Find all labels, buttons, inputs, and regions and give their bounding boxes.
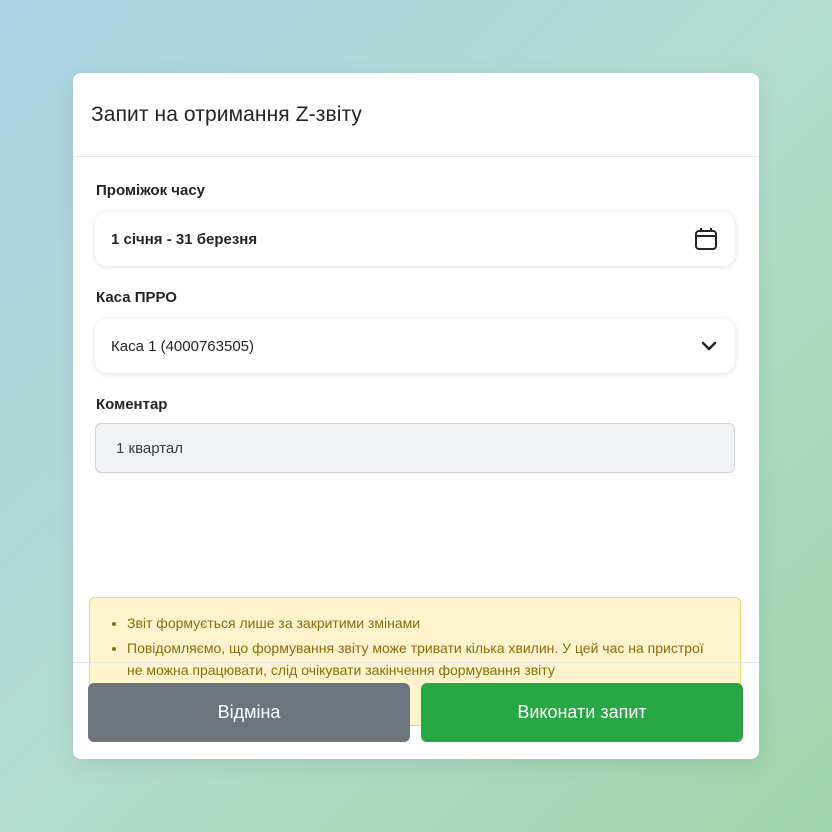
modal-footer: Відміна Виконати запит — [73, 662, 759, 759]
comment-field[interactable]: 1 квартал — [95, 423, 735, 473]
register-label: Каса ПРРО — [96, 289, 177, 306]
register-value: Каса 1 (4000763505) — [111, 337, 255, 355]
submit-request-button[interactable]: Виконати запит — [421, 683, 743, 742]
calendar-icon[interactable] — [693, 226, 719, 252]
comment-label: Коментар — [96, 396, 168, 413]
chevron-down-icon[interactable] — [699, 336, 719, 356]
modal-title: Запит на отримання Z-звіту — [91, 102, 363, 126]
cancel-button[interactable]: Відміна — [88, 683, 410, 742]
register-select[interactable]: Каса 1 (4000763505) — [95, 319, 735, 373]
period-label: Проміжок часу — [96, 182, 206, 199]
period-picker[interactable]: 1 січня - 31 березня — [95, 212, 735, 266]
alert-item: Звіт формується лише за закритими змінам… — [127, 612, 720, 634]
period-value: 1 січня - 31 березня — [111, 230, 258, 248]
modal-header: Запит на отримання Z-звіту — [73, 73, 759, 157]
z-report-request-modal: Запит на отримання Z-звіту Проміжок часу… — [73, 73, 759, 759]
